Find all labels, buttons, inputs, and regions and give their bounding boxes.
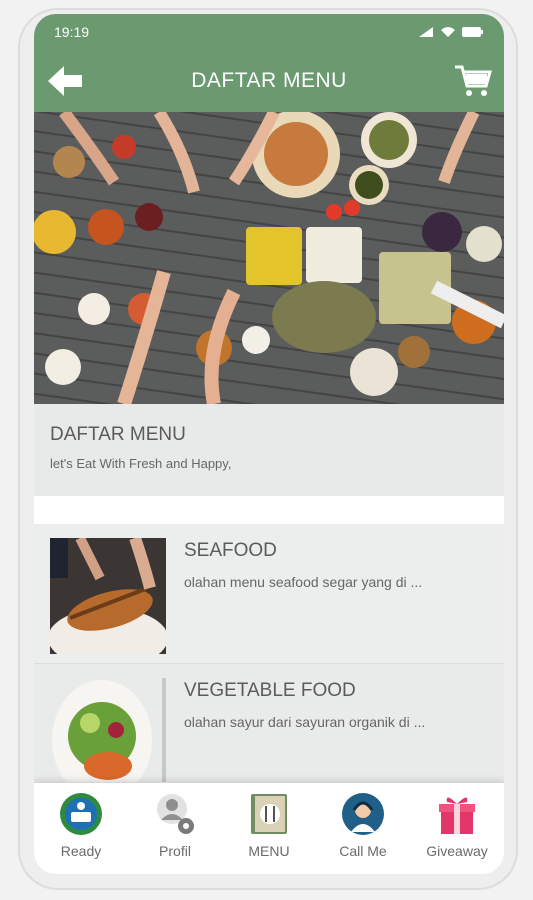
nav-item-menu[interactable]: MENU <box>224 791 314 859</box>
wifi-icon <box>441 27 455 37</box>
menu-book-icon <box>246 791 292 837</box>
menu-list: SEAFOOD olahan menu seafood segar yang d… <box>34 524 504 804</box>
app-bar: DAFTAR MENU <box>34 50 504 112</box>
intro-subtitle: let's Eat With Fresh and Happy, <box>50 456 232 471</box>
nav-label: Ready <box>60 843 102 859</box>
nav-label: Call Me <box>339 843 387 859</box>
nav-item-ready[interactable]: Ready <box>36 791 126 859</box>
vegetable-text: VEGETABLE FOOD olahan sayur dari sayuran… <box>184 678 425 789</box>
hero-food-image <box>34 112 504 404</box>
back-arrow-icon[interactable] <box>46 64 84 98</box>
great-food-logo-icon <box>58 791 104 837</box>
seafood-text: SEAFOOD olahan menu seafood segar yang d… <box>184 538 422 649</box>
support-agent-icon <box>340 791 386 837</box>
status-time: 19:19 <box>54 24 90 40</box>
cart-icon[interactable] <box>454 63 492 99</box>
menu-item-description: olahan menu seafood segar yang di ... <box>184 574 423 590</box>
nav-item-profil[interactable]: Profil <box>130 791 220 859</box>
menu-item-description: olahan sayur dari sayuran organik di ... <box>184 714 426 730</box>
vegetable-thumbnail <box>50 678 166 794</box>
nav-item-giveaway[interactable]: Giveaway <box>412 791 502 859</box>
nav-item-call-me[interactable]: Call Me <box>318 791 408 859</box>
profile-settings-icon <box>152 791 198 837</box>
status-bar: 19:19 <box>34 14 504 50</box>
nav-label: MENU <box>248 843 290 859</box>
menu-item-title: VEGETABLE FOOD <box>184 680 356 701</box>
section-divider <box>34 496 504 524</box>
nav-label: Giveaway <box>426 843 488 859</box>
menu-item-seafood[interactable]: SEAFOOD olahan menu seafood segar yang d… <box>34 524 504 664</box>
intro-title: DAFTAR MENU <box>50 424 186 445</box>
bottom-navigation: Ready Profil MENU Call Me Giveaway <box>34 782 504 874</box>
status-icons <box>418 26 484 38</box>
page-title: DAFTAR MENU <box>191 69 347 92</box>
gift-icon <box>434 791 480 837</box>
nav-label: Profil <box>159 843 191 859</box>
signal-icon <box>419 27 433 37</box>
intro-section: DAFTAR MENU let's Eat With Fresh and Hap… <box>34 404 504 496</box>
battery-icon <box>462 27 483 37</box>
app-screen: 19:19 DAFTAR MENU DAFTAR MENU let's Eat … <box>34 14 504 874</box>
menu-item-title: SEAFOOD <box>184 540 277 561</box>
seafood-thumbnail <box>50 538 166 654</box>
